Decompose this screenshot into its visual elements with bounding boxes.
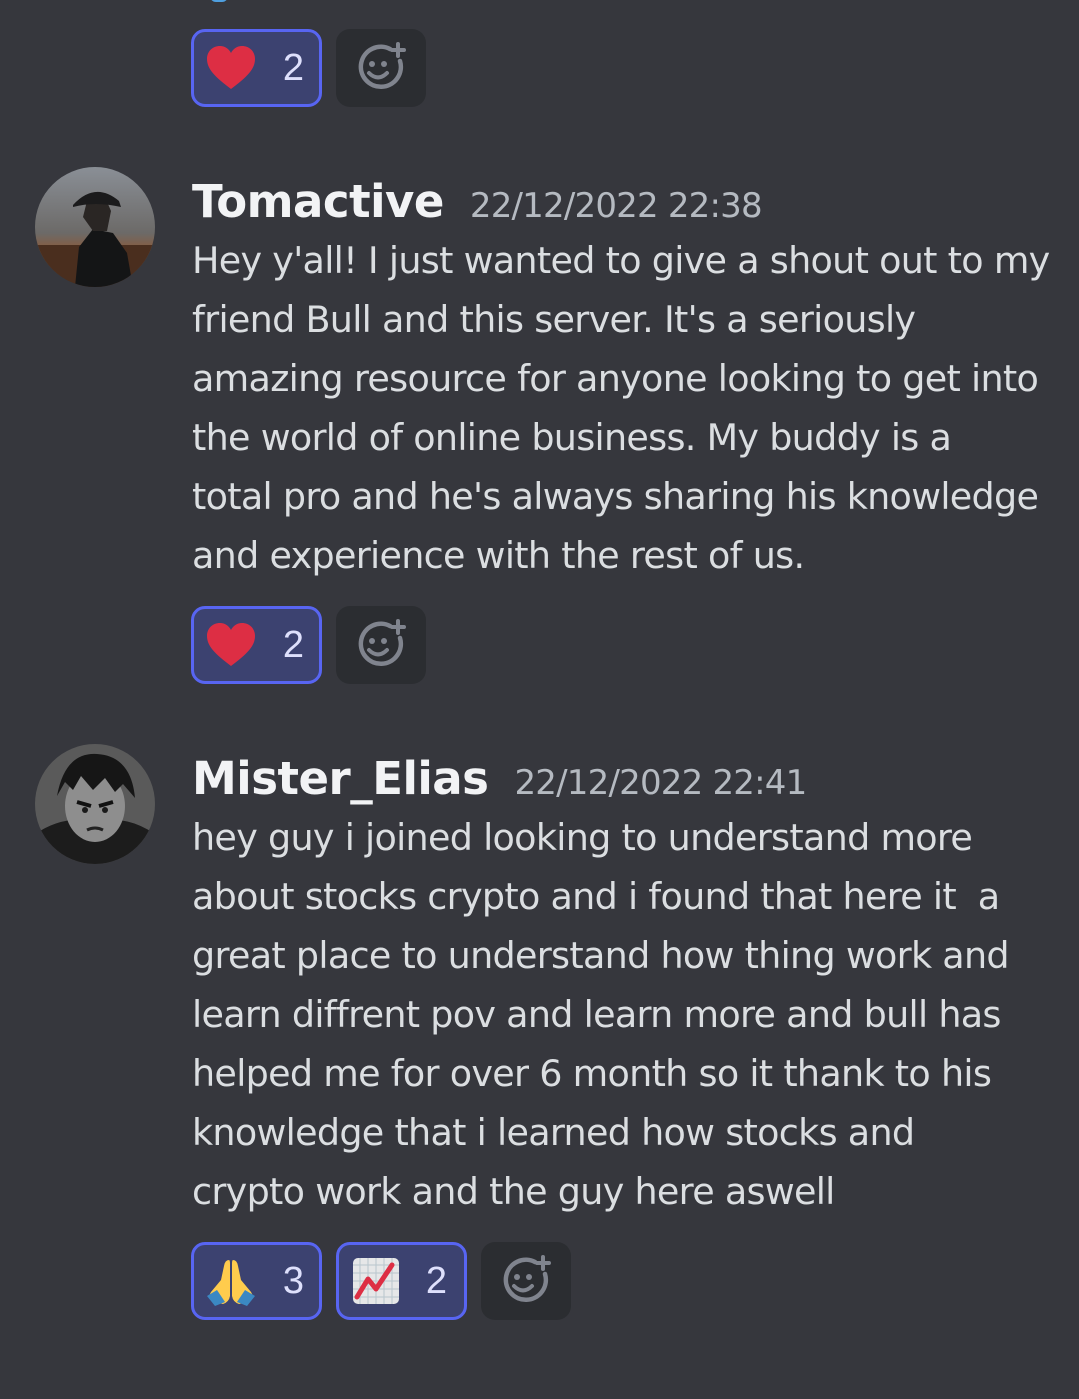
message-line: total pro and he's always sharing his kn… — [192, 475, 1039, 518]
message-line: the world of online business. My buddy i… — [192, 416, 952, 459]
folded-hands-icon — [206, 1260, 255, 1306]
reaction-count: 2 — [425, 1259, 448, 1302]
chart-increasing-icon — [352, 1258, 399, 1304]
message-header: Mister_Elias 22/12/2022 22:41 — [192, 752, 807, 805]
message-line: crypto work and the guy here aswell — [192, 1170, 835, 1213]
heart-icon — [206, 623, 255, 666]
message-content: hey guy i joined looking to understand m… — [192, 808, 1062, 1221]
add-reaction-button[interactable] — [336, 606, 426, 684]
message-line: and experience with the rest of us. — [192, 534, 805, 577]
scroll-indicator — [210, 0, 228, 2]
reaction-count: 3 — [282, 1259, 305, 1302]
reaction-count: 2 — [282, 623, 305, 666]
avatar-image — [35, 744, 155, 864]
message-content: Hey y'all! I just wanted to give a shout… — [192, 231, 1062, 585]
reaction-heart[interactable]: 2 — [191, 29, 322, 107]
avatar-image — [35, 167, 155, 287]
add-reaction-icon — [358, 619, 406, 667]
avatar[interactable] — [35, 744, 155, 864]
message-header: Tomactive 22/12/2022 22:38 — [192, 175, 763, 228]
reaction-row: 2 — [191, 606, 426, 684]
message-line: hey guy i joined looking to understand m… — [192, 816, 973, 859]
message-line: about stocks crypto and i found that her… — [192, 875, 1000, 918]
reaction-folded-hands[interactable]: 3 — [191, 1242, 322, 1320]
message-line: Hey y'all! I just wanted to give a shout… — [192, 239, 1050, 282]
message-line: helped me for over 6 month so it thank t… — [192, 1052, 992, 1095]
message-line: friend Bull and this server. It's a seri… — [192, 298, 916, 341]
reaction-row: 3 2 — [191, 1242, 571, 1320]
message-line: learn diffrent pov and learn more and bu… — [192, 993, 1001, 1036]
username[interactable]: Tomactive — [192, 175, 444, 228]
username[interactable]: Mister_Elias — [192, 752, 489, 805]
add-reaction-icon — [503, 1255, 551, 1303]
avatar[interactable] — [35, 167, 155, 287]
timestamp: 22/12/2022 22:38 — [469, 186, 763, 226]
reaction-chart-increasing[interactable]: 2 — [336, 1242, 467, 1320]
reaction-row-previous: 2 — [191, 29, 426, 107]
heart-icon — [206, 46, 255, 89]
reaction-count: 2 — [282, 46, 305, 89]
reaction-heart[interactable]: 2 — [191, 606, 322, 684]
message-line: great place to understand how thing work… — [192, 934, 1010, 977]
add-reaction-icon — [358, 42, 406, 90]
message-line: amazing resource for anyone looking to g… — [192, 357, 1039, 400]
timestamp: 22/12/2022 22:41 — [514, 763, 807, 803]
add-reaction-button[interactable] — [481, 1242, 571, 1320]
message-line: knowledge that i learned how stocks and — [192, 1111, 915, 1154]
add-reaction-button[interactable] — [336, 29, 426, 107]
